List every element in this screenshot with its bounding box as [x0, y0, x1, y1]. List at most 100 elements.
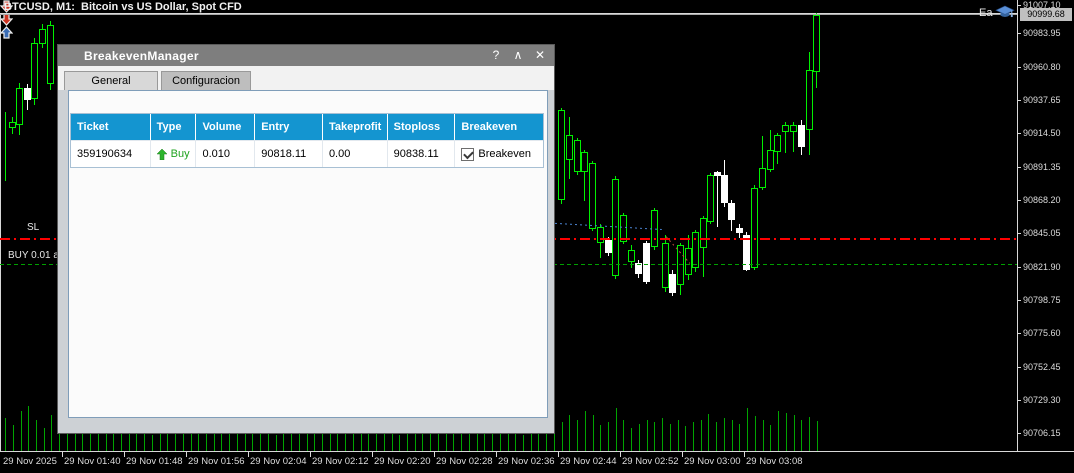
price-axis-tick	[1017, 367, 1021, 368]
volume-bar	[593, 415, 594, 451]
volume-cell: 0.010	[196, 141, 255, 167]
time-axis-tick	[434, 451, 435, 457]
volume-bar	[121, 432, 122, 451]
volume-bar	[446, 433, 447, 451]
price-axis-label: 90775.60	[1023, 328, 1061, 338]
takeprofit-cell: 0.00	[323, 141, 388, 167]
price-axis-tick	[1017, 233, 1021, 234]
bid-price-line	[0, 14, 1017, 15]
breakeven-checkbox[interactable]	[461, 148, 474, 161]
volume-bar	[562, 422, 563, 451]
volume-bar	[245, 432, 246, 451]
volume-bar	[368, 432, 369, 451]
volume-bar	[51, 415, 52, 451]
time-axis-label: 29 Nov 2025	[3, 456, 57, 467]
ea-hat-icon	[995, 5, 1015, 20]
price-axis-label: 90821.90	[1023, 262, 1061, 272]
help-button[interactable]: ?	[488, 45, 504, 66]
candle-body	[24, 88, 31, 100]
time-axis-label: 29 Nov 01:40	[64, 456, 121, 467]
buy-arrow-icon	[0, 26, 1074, 39]
time-axis-tick	[558, 451, 559, 457]
time-axis-tick	[372, 451, 373, 457]
price-axis-label: 90914.50	[1023, 128, 1061, 138]
time-axis-label: 29 Nov 02:28	[436, 456, 493, 467]
time-axis-label: 29 Nov 01:48	[126, 456, 183, 467]
candle-body	[728, 203, 735, 220]
candle-body	[790, 125, 797, 132]
candle-body	[751, 188, 758, 268]
time-axis-label: 29 Nov 03:00	[684, 456, 741, 467]
table-row[interactable]: 359190634Buy0.01090818.110.0090838.11Bre…	[71, 140, 543, 167]
volume-bar	[21, 411, 22, 451]
price-axis-label: 90706.15	[1023, 428, 1061, 438]
candle-body	[714, 172, 721, 176]
time-axis[interactable]: 29 Nov 2025 29 Nov 01:40 29 Nov 01:48 29 No…	[0, 451, 1074, 473]
table-header-row: TicketTypeVolumeEntryTakeprofitStoplossB…	[71, 114, 543, 140]
column-header-takeprofit: Takeprofit	[323, 114, 388, 140]
candle-body	[558, 110, 565, 200]
candle-wick	[5, 112, 6, 181]
buy-arrow-icon	[157, 149, 167, 160]
type-cell: Buy	[151, 141, 197, 167]
volume-bar	[724, 418, 725, 451]
price-axis-label: 90752.45	[1023, 362, 1061, 372]
volume-bar	[577, 420, 578, 451]
sl-line-label: SL	[27, 222, 39, 233]
volume-bar	[631, 428, 632, 451]
volume-bar	[469, 434, 470, 451]
candle-body	[662, 243, 669, 288]
price-axis-label: 90845.05	[1023, 228, 1061, 238]
price-axis-label: 90983.95	[1023, 28, 1061, 38]
candle-body	[813, 15, 820, 72]
volume-bar	[307, 431, 308, 451]
time-axis-label: 29 Nov 02:36	[498, 456, 555, 467]
volume-bar	[801, 420, 802, 451]
volume-bar	[276, 435, 277, 451]
time-axis-tick	[310, 451, 311, 457]
time-axis-tick	[744, 451, 745, 457]
price-axis-label: 90891.35	[1023, 162, 1061, 172]
candle-body	[721, 175, 728, 203]
price-axis-tick	[1017, 67, 1021, 68]
volume-bar	[763, 420, 764, 451]
volume-bar	[430, 431, 431, 451]
candle-body	[774, 135, 781, 152]
price-axis-tick	[1017, 100, 1021, 101]
candle-body	[597, 227, 604, 243]
candle-body	[47, 25, 54, 84]
volume-bar	[98, 434, 99, 451]
chart-frame-left	[0, 13, 1, 451]
price-axis-tick	[1017, 300, 1021, 301]
time-axis-tick	[496, 451, 497, 457]
volume-bar	[183, 431, 184, 451]
volume-bar	[639, 424, 640, 451]
time-axis-tick	[124, 451, 125, 457]
volume-bar	[670, 424, 671, 451]
time-axis-tick	[620, 451, 621, 457]
volume-bar	[492, 432, 493, 451]
close-button[interactable]: ✕	[532, 45, 548, 66]
price-axis-tick	[1017, 167, 1021, 168]
price-axis-label: 90798.75	[1023, 295, 1061, 305]
time-axis-tick	[682, 451, 683, 457]
time-axis-label: 29 Nov 02:12	[312, 456, 369, 467]
column-header-volume: Volume	[196, 114, 255, 140]
buy-position-label: BUY 0.01 a	[8, 250, 59, 261]
price-axis[interactable]: 90999.68 91007.1090983.9590960.8090937.6…	[1017, 0, 1074, 451]
candle-body	[566, 135, 573, 160]
volume-bar	[685, 426, 686, 451]
volume-bar	[75, 433, 76, 451]
candle-body	[589, 163, 596, 229]
candle-body	[759, 168, 766, 188]
volume-bar	[809, 417, 810, 451]
candle-body	[736, 228, 743, 233]
volume-bar	[678, 420, 679, 451]
price-axis-tick	[1017, 133, 1021, 134]
breakeven-checkbox-label: Breakeven	[478, 141, 531, 167]
tab-configuracion[interactable]: Configuracion	[161, 71, 251, 90]
collapse-button[interactable]: ∧	[510, 45, 526, 66]
tab-general[interactable]: General	[64, 71, 158, 90]
dialog-titlebar[interactable]: BreakevenManager ? ∧ ✕	[58, 45, 554, 66]
volume-bar	[600, 425, 601, 451]
